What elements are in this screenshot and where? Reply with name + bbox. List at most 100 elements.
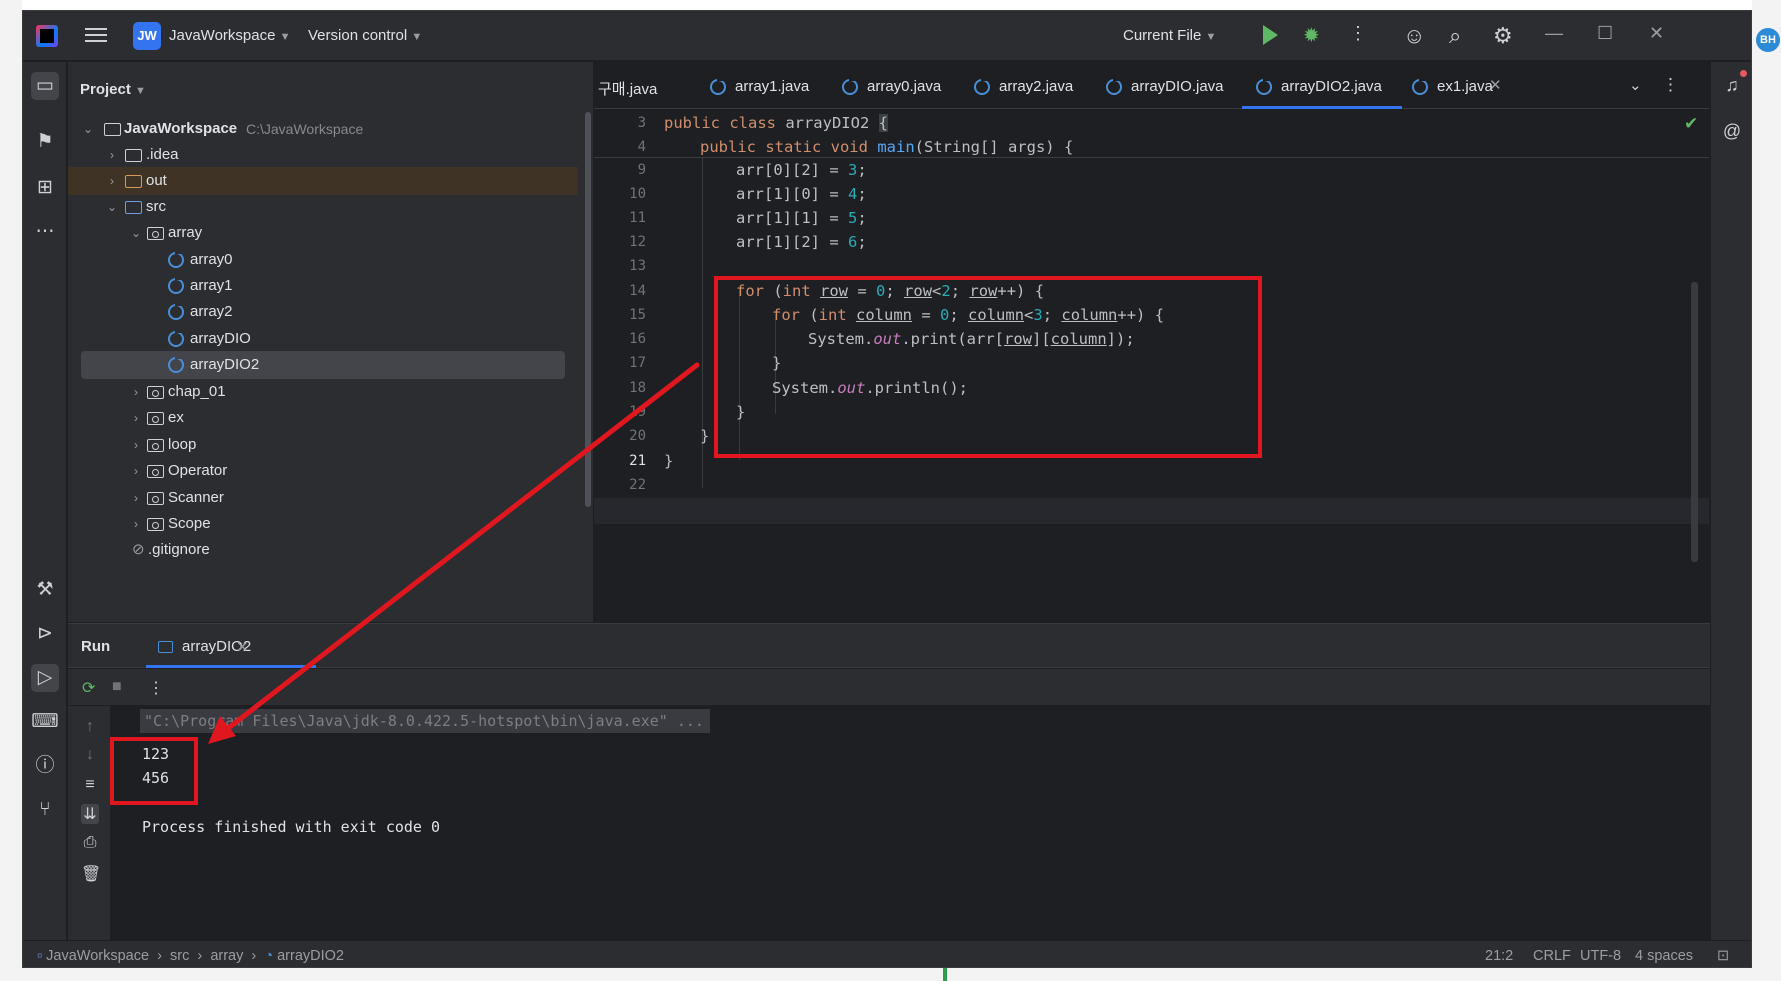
project-scrollbar[interactable] xyxy=(585,112,591,507)
chevron-right-icon[interactable]: › xyxy=(130,378,142,406)
sticky-line-class[interactable]: public class arrayDIO2 { xyxy=(664,114,888,132)
breadcrumb-item[interactable]: src xyxy=(170,948,189,964)
file-encoding[interactable]: UTF-8 xyxy=(1580,948,1621,964)
chevron-right-icon: › xyxy=(193,948,207,964)
tree-item-arraydio[interactable]: arrayDIO xyxy=(68,325,578,353)
tree-item-gitignore[interactable]: ⊘ .gitignore xyxy=(68,536,578,564)
scroll-up-icon[interactable]: ↑ xyxy=(81,718,99,736)
tree-item-chap01[interactable]: › chap_01 xyxy=(68,378,578,406)
settings-gear-icon[interactable]: ⚙ xyxy=(1493,23,1513,49)
tree-item-label: .gitignore xyxy=(148,541,210,558)
rerun-icon[interactable]: ⟳ xyxy=(82,678,95,698)
maximize-icon[interactable]: ☐ xyxy=(1597,23,1613,44)
stop-icon[interactable]: ■ xyxy=(112,678,122,696)
tree-item-array0[interactable]: array0 xyxy=(68,246,578,274)
run-icon[interactable] xyxy=(1263,25,1278,45)
ai-assistant-icon[interactable]: @ xyxy=(1719,118,1745,144)
tree-root[interactable]: ⌄ JavaWorkspace C:\JavaWorkspace xyxy=(68,115,578,143)
more-tools-icon[interactable]: ⋯ xyxy=(31,218,59,246)
problems-icon[interactable]: ⓘ xyxy=(31,752,59,780)
scroll-down-icon[interactable]: ↓ xyxy=(81,746,99,764)
chevron-right-icon[interactable]: › xyxy=(106,141,118,169)
tree-item-ex[interactable]: › ex xyxy=(68,404,578,432)
caret-position[interactable]: 21:2 xyxy=(1485,948,1513,964)
run-config-selector[interactable]: Current File ▼ xyxy=(1123,27,1216,44)
services-icon[interactable]: ⊳ xyxy=(31,620,59,648)
build-hammer-icon[interactable]: ⚒ xyxy=(31,576,59,604)
code-keyword: public class xyxy=(664,114,776,132)
project-selector[interactable]: JavaWorkspace ▼ xyxy=(169,27,291,44)
project-panel: Project ▼ ⌄ JavaWorkspace C:\JavaWorkspa… xyxy=(68,62,593,622)
line-number: 13 xyxy=(629,258,646,274)
tree-item-array2[interactable]: array2 xyxy=(68,298,578,326)
clear-trash-icon[interactable]: 🗑 xyxy=(81,864,101,884)
tree-item-array1[interactable]: array1 xyxy=(68,272,578,300)
editor-scrollbar[interactable] xyxy=(1691,282,1698,562)
code-line-10[interactable]: arr[1][0] = 4; xyxy=(736,185,867,203)
version-control-menu[interactable]: Version control ▼ xyxy=(308,27,422,44)
tree-item-idea[interactable]: › .idea xyxy=(68,141,578,169)
tab-more-icon[interactable]: ⋮ xyxy=(1662,75,1679,95)
breadcrumb-item[interactable]: JavaWorkspace xyxy=(46,948,149,964)
breadcrumb-item[interactable]: array xyxy=(210,948,243,964)
avatar[interactable]: BH xyxy=(1756,28,1780,52)
chevron-right-icon[interactable]: › xyxy=(130,457,142,485)
tree-item-out[interactable]: › out xyxy=(68,167,578,195)
tree-item-loop[interactable]: › loop xyxy=(68,431,578,459)
add-user-icon[interactable]: ☺ xyxy=(1403,23,1425,49)
bookmarks-icon[interactable]: ⚑ xyxy=(31,128,59,156)
indent-setting[interactable]: 4 spaces xyxy=(1635,948,1693,964)
chevron-right-icon[interactable]: › xyxy=(130,404,142,432)
project-folder-icon[interactable]: ▭ xyxy=(31,72,59,100)
git-branch-icon[interactable]: ⑂ xyxy=(31,796,59,824)
run-more-icon[interactable]: ⋮ xyxy=(148,678,164,698)
status-bar: ▫ JavaWorkspace › src › array › ◔ arrayD… xyxy=(23,940,1751,967)
run-tool-icon[interactable]: ▷ xyxy=(31,664,59,692)
code-line-21[interactable]: } xyxy=(664,452,673,470)
tree-item-scanner[interactable]: › Scanner xyxy=(68,484,578,512)
tree-item-src[interactable]: ⌄ src xyxy=(68,193,578,221)
tree-item-operator[interactable]: › Operator xyxy=(68,457,578,485)
close-window-icon[interactable]: ✕ xyxy=(1649,23,1664,44)
no-problems-check-icon[interactable]: ✔ xyxy=(1684,114,1698,134)
terminal-icon[interactable]: ⌨ xyxy=(31,708,59,736)
chevron-down-icon[interactable]: ⌄ xyxy=(106,193,118,221)
breadcrumb-item[interactable]: arrayDIO2 xyxy=(277,948,344,964)
chevron-down-icon[interactable]: ⌄ xyxy=(82,115,94,143)
tree-item-array[interactable]: ⌄ array xyxy=(68,219,578,247)
more-actions-icon[interactable]: ⋮ xyxy=(1349,23,1367,44)
left-tool-strip: ▭ ⚑ ⊞ ⋯ ⚒ ⊳ ▷ ⌨ ⓘ ⑂ xyxy=(23,62,67,950)
structure-icon[interactable]: ⊞ xyxy=(31,174,59,202)
minimize-icon[interactable]: — xyxy=(1545,23,1563,44)
tab-list-chevron-icon[interactable]: ⌄ xyxy=(1629,76,1642,94)
print-icon[interactable]: ⎙ xyxy=(81,834,99,852)
code-line-11[interactable]: arr[1][1] = 5; xyxy=(736,209,867,227)
project-panel-title[interactable]: Project ▼ xyxy=(80,81,146,98)
code-line-12[interactable]: arr[1][2] = 6; xyxy=(736,233,867,251)
soft-wrap-icon[interactable]: ≡ xyxy=(81,776,99,794)
main-menu-icon[interactable] xyxy=(85,25,107,45)
sticky-line-main[interactable]: public static void main(String[] args) { xyxy=(700,138,1073,156)
package-icon xyxy=(147,412,164,425)
lock-icon[interactable]: ⊡ xyxy=(1717,948,1729,964)
java-class-icon: ◔ xyxy=(264,948,274,964)
debug-icon[interactable]: ✹ xyxy=(1303,23,1320,48)
chevron-right-icon[interactable]: › xyxy=(130,484,142,512)
chevron-right-icon[interactable]: › xyxy=(130,510,142,538)
chevron-right-icon[interactable]: › xyxy=(130,431,142,459)
tab-gumae[interactable]: 구매.java xyxy=(598,78,657,99)
code-line-20[interactable]: } xyxy=(700,427,709,445)
tree-item-arraydio2[interactable]: arrayDIO2 xyxy=(81,351,565,379)
scroll-to-end-icon[interactable]: ⇊ xyxy=(81,804,99,824)
project-badge[interactable]: JW xyxy=(133,22,161,50)
code-line-9[interactable]: arr[0][2] = 3; xyxy=(736,161,867,179)
tree-item-scope[interactable]: › Scope xyxy=(68,510,578,538)
chevron-right-icon[interactable]: › xyxy=(106,167,118,195)
console-command-line[interactable]: "C:\Program Files\Java\jdk-8.0.422.5-hot… xyxy=(140,709,710,733)
close-run-tab-icon[interactable]: ✕ xyxy=(236,638,249,656)
line-ending[interactable]: CRLF xyxy=(1533,948,1571,964)
line-number: 22 xyxy=(629,477,646,493)
console-exit-message[interactable]: Process finished with exit code 0 xyxy=(142,818,440,836)
search-icon[interactable]: ⌕ xyxy=(1449,23,1461,49)
chevron-down-icon[interactable]: ⌄ xyxy=(130,219,142,247)
